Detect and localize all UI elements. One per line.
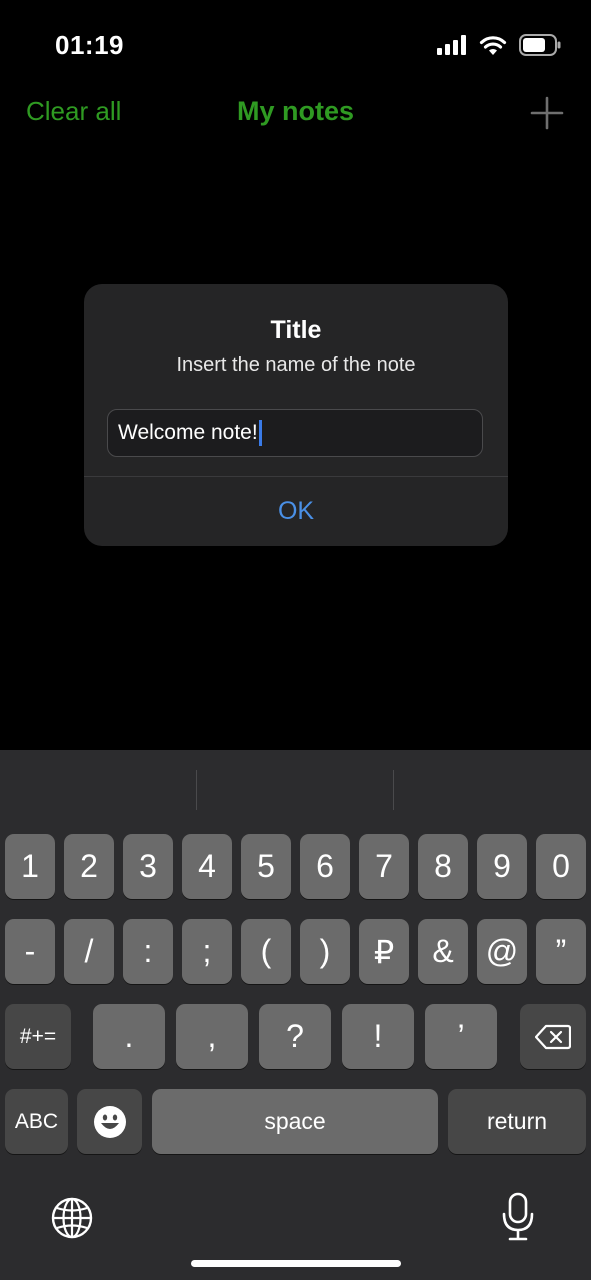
key-close-paren[interactable]: ): [300, 919, 350, 984]
key-7[interactable]: 7: [359, 834, 409, 899]
key-ruble[interactable]: ₽: [359, 919, 409, 984]
space-key[interactable]: space: [152, 1089, 438, 1154]
key-comma[interactable]: ,: [176, 1004, 248, 1069]
key-apostrophe[interactable]: ’: [425, 1004, 497, 1069]
emoji-key[interactable]: [77, 1089, 142, 1154]
signal-icon: [437, 35, 466, 55]
key-9[interactable]: 9: [477, 834, 527, 899]
delete-key[interactable]: [520, 1004, 586, 1069]
key-1[interactable]: 1: [5, 834, 55, 899]
status-time: 01:19: [55, 30, 124, 60]
keyboard: 1 2 3 4 5 6 7 8 9 0 - / : ; ( ) ₽ & @ ” …: [0, 750, 591, 1280]
microphone-icon[interactable]: [500, 1192, 536, 1242]
suggestion-divider: [196, 770, 197, 810]
key-slash[interactable]: /: [64, 919, 114, 984]
key-question[interactable]: ?: [259, 1004, 331, 1069]
plus-icon[interactable]: [530, 96, 564, 130]
key-hyphen[interactable]: -: [5, 919, 55, 984]
key-period[interactable]: .: [93, 1004, 165, 1069]
key-4[interactable]: 4: [182, 834, 232, 899]
alert-title: Title: [270, 316, 322, 344]
key-8[interactable]: 8: [418, 834, 468, 899]
suggestion-divider: [393, 770, 394, 810]
globe-icon[interactable]: [50, 1196, 94, 1240]
key-quote[interactable]: ”: [536, 919, 586, 984]
delete-icon: [535, 1024, 571, 1049]
note-name-input[interactable]: Welcome note!: [107, 409, 483, 457]
ok-button[interactable]: OK: [84, 477, 508, 546]
emoji-icon: [93, 1105, 126, 1138]
alert-message: Insert the name of the note: [176, 354, 416, 376]
page-title: My notes: [236, 96, 355, 126]
status-icons: [437, 34, 561, 56]
abc-key[interactable]: ABC: [5, 1089, 68, 1154]
key-at[interactable]: @: [477, 919, 527, 984]
alert-dialog: Title Insert the name of the note Welcom…: [84, 284, 508, 546]
wifi-icon: [479, 35, 507, 55]
note-name-value: Welcome note!: [118, 421, 258, 444]
key-semicolon[interactable]: ;: [182, 919, 232, 984]
battery-icon: [519, 34, 561, 56]
return-key[interactable]: return: [448, 1089, 586, 1154]
text-caret: [258, 420, 262, 446]
key-3[interactable]: 3: [123, 834, 173, 899]
key-2[interactable]: 2: [64, 834, 114, 899]
home-indicator[interactable]: [191, 1260, 401, 1267]
key-6[interactable]: 6: [300, 834, 350, 899]
key-exclamation[interactable]: !: [342, 1004, 414, 1069]
key-colon[interactable]: :: [123, 919, 173, 984]
key-5[interactable]: 5: [241, 834, 291, 899]
key-0[interactable]: 0: [536, 834, 586, 899]
symbols-toggle-key[interactable]: #+=: [5, 1004, 71, 1069]
key-open-paren[interactable]: (: [241, 919, 291, 984]
key-ampersand[interactable]: &: [418, 919, 468, 984]
